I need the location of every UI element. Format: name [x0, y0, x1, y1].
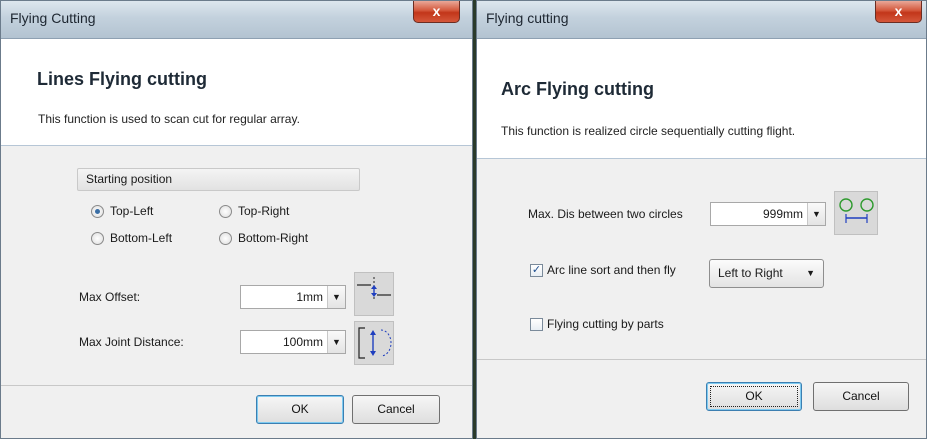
- chevron-down-icon[interactable]: ▼: [327, 331, 345, 353]
- page-title: Arc Flying cutting: [501, 79, 654, 99]
- radio-button-checked-icon[interactable]: [91, 204, 104, 218]
- chevron-down-icon[interactable]: ▼: [807, 203, 825, 225]
- radio-button-icon[interactable]: [219, 204, 232, 218]
- radio-top-right[interactable]: Top-Right: [219, 204, 289, 218]
- checkbox-label: Flying cutting by parts: [547, 317, 664, 331]
- by-parts-checkbox-row[interactable]: Flying cutting by parts: [530, 317, 664, 331]
- window-title: Flying cutting: [486, 10, 569, 26]
- max-dis-combo[interactable]: 999mm ▼: [710, 202, 826, 226]
- close-button[interactable]: x: [413, 1, 460, 23]
- cancel-button[interactable]: Cancel: [352, 395, 440, 424]
- checkbox-checked-icon[interactable]: ✓: [530, 263, 543, 277]
- dropdown-value: Left to Right: [718, 266, 783, 280]
- lines-flying-cutting-dialog: Flying Cutting x Lines Flying cutting Th…: [0, 0, 473, 439]
- arc-sort-checkbox-row[interactable]: ✓ Arc line sort and then fly: [530, 263, 676, 277]
- radio-button-icon[interactable]: [219, 231, 232, 245]
- radio-bottom-right[interactable]: Bottom-Right: [219, 231, 308, 245]
- cancel-button[interactable]: Cancel: [813, 382, 909, 411]
- dialog-header: Arc Flying cutting This function is real…: [477, 39, 926, 159]
- close-button[interactable]: x: [875, 1, 922, 23]
- ok-button[interactable]: OK: [706, 382, 802, 411]
- radio-label: Bottom-Left: [110, 231, 173, 245]
- window-title: Flying Cutting: [10, 10, 96, 26]
- dialog-header: Lines Flying cutting This function is us…: [1, 39, 472, 146]
- starting-position-group-header: Starting position: [77, 168, 360, 191]
- chevron-down-icon[interactable]: ▼: [327, 286, 345, 308]
- page-title: Lines Flying cutting: [37, 69, 207, 89]
- combo-value: 1mm: [296, 290, 323, 304]
- radio-button-icon[interactable]: [91, 231, 104, 245]
- two-circles-distance-icon: [834, 191, 878, 235]
- arc-flying-cutting-dialog: Flying cutting x Arc Flying cutting This…: [476, 0, 927, 439]
- checkbox-icon[interactable]: [530, 317, 543, 331]
- max-offset-icon: [354, 272, 394, 316]
- radio-top-left[interactable]: Top-Left: [91, 204, 153, 218]
- checkbox-label: Arc line sort and then fly: [547, 263, 676, 277]
- max-offset-combo[interactable]: 1mm ▼: [240, 285, 346, 309]
- radio-label: Bottom-Right: [238, 231, 309, 245]
- direction-dropdown[interactable]: Left to Right ▼: [709, 259, 824, 288]
- page-description: This function is realized circle sequent…: [501, 124, 796, 138]
- chevron-down-icon: ▼: [806, 268, 815, 278]
- max-joint-distance-combo[interactable]: 100mm ▼: [240, 330, 346, 354]
- combo-value: 100mm: [282, 335, 323, 349]
- radio-label: Top-Left: [110, 204, 154, 218]
- title-bar[interactable]: Flying Cutting x: [1, 1, 472, 39]
- max-joint-distance-icon: [354, 321, 394, 365]
- radio-label: Top-Right: [238, 204, 290, 218]
- page-description: This function is used to scan cut for re…: [38, 112, 300, 126]
- max-dis-label: Max. Dis between two circles: [528, 207, 683, 221]
- radio-bottom-left[interactable]: Bottom-Left: [91, 231, 172, 245]
- max-joint-distance-label: Max Joint Distance:: [79, 335, 184, 349]
- title-bar[interactable]: Flying cutting x: [477, 1, 926, 39]
- max-offset-label: Max Offset:: [79, 290, 141, 304]
- combo-value: 999mm: [762, 207, 803, 221]
- ok-button[interactable]: OK: [256, 395, 344, 424]
